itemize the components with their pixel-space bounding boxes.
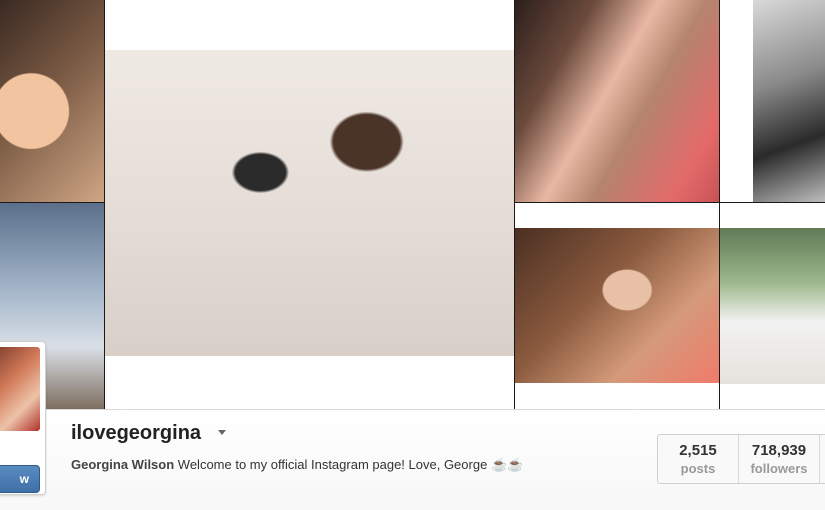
stat-posts-label: posts (680, 461, 716, 476)
caret-down-icon[interactable] (218, 430, 226, 435)
stat-posts[interactable]: 2,515 posts (658, 435, 739, 483)
photo-image (0, 0, 104, 202)
grid-divider (514, 0, 515, 409)
stat-followers[interactable]: 718,939 followers (739, 435, 820, 483)
stat-posts-count: 2,515 (679, 442, 717, 459)
photo-image (515, 0, 719, 202)
stat-followers-count: 718,939 (751, 442, 807, 459)
profile-bio-emoji: ☕☕ (490, 457, 524, 472)
photo-image (105, 50, 514, 356)
photo-image (753, 0, 825, 202)
profile-username[interactable]: ilovegeorgina (71, 422, 201, 445)
grid-divider (0, 202, 105, 203)
photo-tile-top-right[interactable] (515, 0, 719, 202)
photo-image (720, 228, 825, 384)
photo-image (515, 228, 719, 383)
profile-bio-text: Welcome to my official Instagram page! L… (177, 457, 488, 472)
follow-button[interactable]: w (0, 465, 40, 493)
photo-tile-far-right-top[interactable] (720, 0, 825, 202)
stat-followers-label: followers (750, 461, 808, 476)
photo-tile-featured[interactable] (105, 0, 514, 409)
photo-tile-left-top[interactable] (0, 0, 104, 202)
grid-divider (719, 0, 720, 409)
photo-mosaic (0, 0, 825, 409)
profile-bio: Georgina Wilson Welcome to my official I… (71, 457, 523, 473)
photo-tile-middle-right[interactable] (515, 203, 719, 409)
grid-divider (514, 202, 825, 203)
photo-tile-far-right-bottom[interactable] (720, 203, 825, 409)
avatar[interactable] (0, 347, 40, 431)
grid-divider (104, 0, 105, 409)
profile-full-name: Georgina Wilson (71, 457, 175, 472)
profile-stats: 2,515 posts 718,939 followers (657, 434, 825, 484)
